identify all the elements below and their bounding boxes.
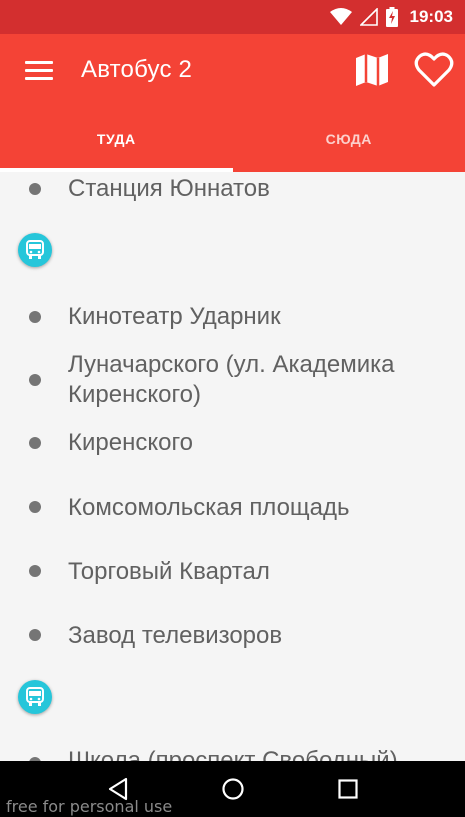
bus-icon[interactable] bbox=[18, 680, 52, 714]
stop-name: Комсомольская площадь bbox=[68, 494, 350, 521]
stop-name: Киренского bbox=[68, 429, 194, 456]
status-time: 19:03 bbox=[409, 7, 453, 26]
status-bar: 19:03 bbox=[0, 0, 465, 34]
stop-dot-icon bbox=[29, 437, 41, 449]
signal-icon bbox=[359, 8, 378, 26]
stop-name: Завод телевизоров bbox=[68, 622, 283, 649]
stop-dot-icon bbox=[29, 629, 41, 641]
stop-dot-icon bbox=[29, 374, 41, 386]
stop-name: Школа (проспект Свободный) bbox=[68, 747, 398, 761]
stop-name: Луначарского (ул. Академика Киренского) bbox=[68, 351, 395, 408]
stop-dot-icon bbox=[29, 565, 41, 577]
stop-name: Торговый Квартал bbox=[68, 558, 270, 585]
stop-list[interactable]: Станция Юннатов Кинотеатр Ударник Лунача… bbox=[0, 172, 465, 761]
map-icon[interactable] bbox=[353, 51, 391, 89]
stop-name: Кинотеатр Ударник bbox=[68, 303, 281, 330]
bus-icon[interactable] bbox=[18, 233, 52, 267]
heart-icon[interactable] bbox=[414, 51, 454, 89]
stop-dot-icon bbox=[29, 183, 41, 195]
stop-name: Станция Юннатов bbox=[68, 175, 270, 202]
app-bar: Автобус 2 bbox=[0, 34, 465, 106]
battery-charging-icon bbox=[385, 7, 398, 27]
stop-dot-icon bbox=[29, 311, 41, 323]
stop-dot-icon bbox=[29, 501, 41, 513]
tab-forward[interactable]: ТУДА bbox=[0, 106, 233, 172]
wifi-icon bbox=[329, 8, 352, 25]
menu-icon[interactable] bbox=[25, 61, 53, 81]
tab-backward[interactable]: СЮДА bbox=[233, 106, 465, 172]
page-title: Автобус 2 bbox=[81, 56, 193, 83]
home-icon[interactable] bbox=[218, 774, 248, 804]
watermark: free for personal use bbox=[6, 797, 173, 816]
direction-tabs: ТУДА СЮДА bbox=[0, 106, 465, 172]
recents-icon[interactable] bbox=[333, 774, 363, 804]
